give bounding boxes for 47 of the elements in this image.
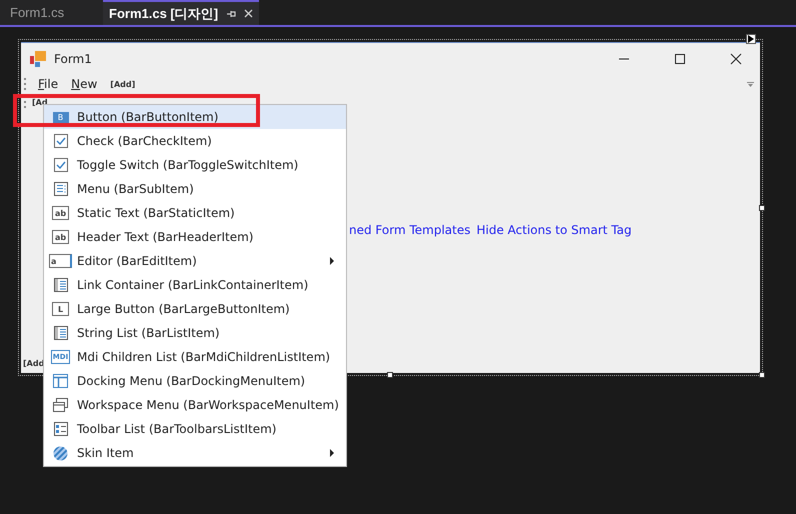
windows-icon (53, 398, 68, 412)
checkbox-icon (54, 158, 68, 172)
button-icon: B (52, 112, 68, 122)
pin-icon[interactable] (226, 8, 236, 18)
menu-item[interactable]: Toolbar List (BarToolbarsListItem) (44, 417, 346, 441)
window-title: Form1 (54, 52, 92, 66)
menu-item[interactable]: L Large Button (BarLargeButtonItem) (44, 297, 346, 321)
add-item-link[interactable]: [Add] (110, 80, 136, 88)
menu-item[interactable]: New (71, 77, 98, 91)
add-item-link[interactable]: [Add (23, 358, 44, 368)
menu-item[interactable]: File (38, 77, 58, 91)
text-icon: ab (52, 206, 69, 220)
window-icon (53, 374, 68, 388)
text-icon: L (52, 302, 69, 316)
action-link[interactable]: Hide Actions to Smart Tag (476, 223, 632, 238)
maximize-icon[interactable] (674, 52, 686, 64)
menu-item[interactable]: ab Static Text (BarStaticItem) (44, 201, 346, 225)
list-icon (54, 278, 68, 292)
menu-item[interactable]: Docking Menu (BarDockingMenuItem) (44, 369, 346, 393)
menu-item[interactable]: ab Header Text (BarHeaderItem) (44, 225, 346, 249)
resize-handle[interactable] (387, 372, 393, 378)
smart-tag-button[interactable] (746, 34, 756, 44)
menu-item[interactable]: Check (BarCheckItem) (44, 129, 346, 153)
checkbox-icon (54, 134, 68, 148)
resize-handle[interactable] (759, 205, 765, 211)
action-link[interactable]: ned Form Templates (349, 223, 470, 238)
dropdown-icon[interactable] (747, 82, 754, 86)
resize-handle[interactable] (759, 372, 765, 378)
text-icon: ab (52, 230, 69, 244)
close-icon[interactable] (730, 52, 742, 64)
menu-item[interactable]: Toggle Switch (BarToggleSwitchItem) (44, 153, 346, 177)
submenu-arrow-icon (330, 449, 334, 457)
document-tab[interactable]: Form1.cs [디자인] (103, 0, 260, 25)
menu-icon (54, 182, 68, 196)
editor-icon: a (49, 254, 72, 268)
menu-item[interactable]: Skin Item (44, 441, 346, 465)
menu-item[interactable]: Link Container (BarLinkContainerItem) (44, 273, 346, 297)
app-icon (30, 50, 46, 66)
menu-item[interactable]: a Editor (BarEditItem) (44, 249, 346, 273)
menu-item[interactable]: Menu (BarSubItem) (44, 177, 346, 201)
striped-circle-icon (53, 446, 68, 460)
document-tab[interactable]: Form1.cs (0, 0, 103, 25)
submenu-arrow-icon (330, 257, 334, 265)
list-icon (54, 326, 68, 340)
menu-item[interactable]: Workspace Menu (BarWorkspaceMenuItem) (44, 393, 346, 417)
toolbar-list-icon (54, 422, 68, 436)
menu-item[interactable]: String List (BarListItem) (44, 321, 346, 345)
